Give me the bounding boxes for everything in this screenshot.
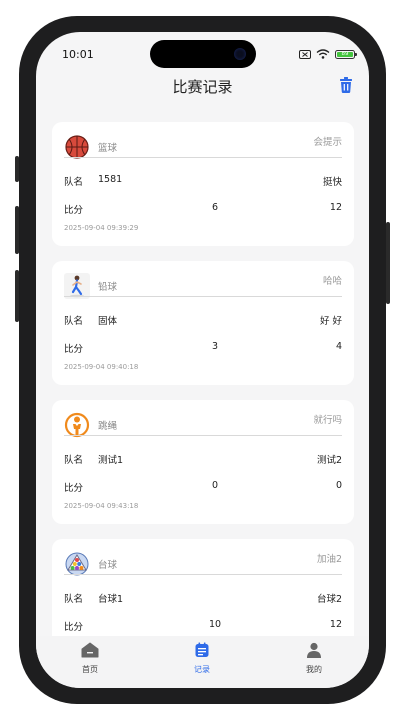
home-icon (81, 642, 99, 658)
score-label: 比分 (64, 483, 84, 494)
record-note: 哈哈 (322, 276, 342, 287)
team1-score: 10 (208, 619, 222, 630)
team2-name: 好 好 (319, 316, 342, 327)
score-label: 比分 (64, 622, 84, 633)
profile-icon (307, 642, 321, 658)
divider (64, 296, 342, 297)
team1-score: 3 (211, 341, 219, 352)
app-screen: 10:01 89 比赛记录 篮球 会提示 队名 1581 挺快 比分 6 12 … (36, 32, 369, 688)
record-date: 2025-09-04 09:39:29 (64, 224, 139, 232)
camera-icon (234, 48, 246, 60)
sport-name: 铅球 (98, 282, 118, 293)
battery-icon: 89 (335, 49, 357, 59)
team2-name: 挺快 (322, 177, 342, 188)
tab-home[interactable]: 首页 (60, 642, 120, 675)
divider (64, 435, 342, 436)
team-label: 队名 (64, 316, 84, 327)
record-card[interactable]: 跳绳 就行吗 队名 测试1 测试2 比分 0 0 2025-09-04 09:4… (52, 400, 354, 524)
record-date: 2025-09-04 09:43:18 (64, 502, 139, 510)
team1-name: 1581 (98, 174, 123, 185)
divider (64, 574, 342, 575)
page-title: 比赛记录 (172, 78, 233, 96)
status-time: 10:01 (62, 48, 94, 61)
team2-score: 12 (329, 202, 342, 213)
sport-name: 台球 (98, 560, 118, 571)
team1-name: 台球1 (98, 594, 124, 605)
record-card[interactable]: 铅球 哈哈 队名 固体 好 好 比分 3 4 2025-09-04 09:40:… (52, 261, 354, 385)
team1-score: 6 (211, 202, 219, 213)
bottom-tab-bar: 首页 记录 我的 (36, 636, 369, 688)
sport-name: 篮球 (98, 143, 118, 154)
wifi-icon (316, 49, 330, 59)
score-label: 比分 (64, 344, 84, 355)
team1-score: 0 (211, 480, 219, 491)
team-label: 队名 (64, 455, 84, 466)
team2-score: 12 (329, 619, 342, 630)
sport-name: 跳绳 (98, 421, 118, 432)
power-button (386, 222, 390, 304)
volume-down-button (15, 270, 19, 322)
team2-name: 测试2 (316, 455, 342, 466)
tab-profile[interactable]: 我的 (284, 642, 344, 675)
battery-level: 89 (337, 51, 353, 57)
dynamic-island (150, 40, 256, 68)
tab-label: 我的 (306, 665, 322, 674)
team2-score: 4 (335, 341, 342, 352)
records-icon (195, 642, 209, 657)
record-note: 加油2 (316, 554, 342, 565)
team-label: 队名 (64, 594, 84, 605)
team2-name: 台球2 (316, 594, 342, 605)
team-label: 队名 (64, 177, 84, 188)
tab-records[interactable]: 记录 (172, 642, 232, 675)
tab-label: 记录 (194, 665, 210, 674)
record-card[interactable]: 篮球 会提示 队名 1581 挺快 比分 6 12 2025-09-04 09:… (52, 122, 354, 246)
trash-icon[interactable] (339, 77, 353, 93)
tab-label: 首页 (82, 665, 98, 674)
team1-name: 测试1 (98, 455, 124, 466)
record-date: 2025-09-04 09:40:18 (64, 363, 139, 371)
volume-up-button (15, 206, 19, 254)
team1-name: 固体 (98, 316, 118, 327)
team2-score: 0 (335, 480, 342, 491)
score-label: 比分 (64, 205, 84, 216)
title-bar: 比赛记录 (36, 74, 369, 110)
record-note: 会提示 (313, 137, 342, 148)
divider (64, 157, 342, 158)
record-note: 就行吗 (313, 415, 342, 426)
sim-icon (299, 49, 311, 59)
mute-switch (15, 156, 19, 182)
